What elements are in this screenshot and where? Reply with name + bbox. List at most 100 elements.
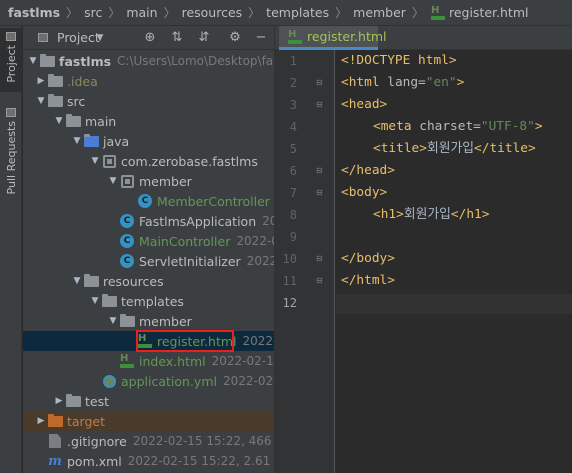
- folder-icon: [47, 413, 63, 429]
- tree-row-idea[interactable]: ▶ .idea: [23, 71, 274, 91]
- breadcrumb-item-fastlms[interactable]: fastlms: [8, 5, 60, 20]
- breadcrumb-item-main[interactable]: main: [126, 5, 157, 20]
- tree-row-test[interactable]: ▶ test: [23, 391, 274, 411]
- pull-requests-tool-label: Pull Requests: [4, 121, 18, 195]
- highlight-box: [136, 330, 234, 352]
- project-icon: [6, 32, 16, 41]
- locate-icon[interactable]: ⊕: [143, 31, 157, 45]
- editor-tab-bar: H register.html: [275, 26, 572, 50]
- chevron-down-icon[interactable]: ▼: [93, 31, 107, 45]
- line-number: 6: [289, 164, 297, 178]
- line-number-gutter: 1 2 3 4 5 6 7 8 9 10 11 12 ⊟ ⊟ ⊟ ⊟ ⊟ ⊟: [275, 50, 335, 473]
- tree-row-application-yml[interactable]: application.yml 2022-02-15: [23, 371, 274, 391]
- collapse-all-icon[interactable]: ⇵: [197, 31, 211, 45]
- chevron-right-icon: 〉: [108, 6, 121, 20]
- gitignore-file-icon: [47, 433, 63, 449]
- breadcrumb-item-resources[interactable]: resources: [182, 5, 243, 20]
- tree-row-fastlms[interactable]: ▼ fastlms C:\Users\Lomo\Desktop\fastlms: [23, 51, 274, 71]
- project-tool-tab[interactable]: Project: [0, 28, 22, 92]
- folder-icon: [47, 73, 63, 89]
- editor-tab-register-html[interactable]: H register.html: [279, 26, 387, 50]
- tree-item-label: .gitignore: [67, 433, 127, 449]
- folder-icon: [39, 53, 55, 69]
- code-line-1: <!DOCTYPE html>: [341, 51, 457, 71]
- html-file-icon: H: [119, 353, 135, 369]
- tree-row-member-package[interactable]: ▼ member: [23, 171, 274, 191]
- fold-close-icon[interactable]: ⊟: [316, 166, 325, 175]
- fold-close-icon[interactable]: ⊟: [316, 276, 325, 285]
- breadcrumb-item-member[interactable]: member: [353, 5, 406, 20]
- line-number: 1: [289, 54, 297, 68]
- chevron-right-icon[interactable]: ▶: [35, 416, 47, 426]
- chevron-right-icon[interactable]: ▶: [35, 76, 47, 86]
- tree-item-label: java: [103, 133, 130, 149]
- breadcrumb-item-register-html[interactable]: register.html: [449, 5, 529, 20]
- line-number: 11: [282, 274, 297, 288]
- folder-icon: [65, 113, 81, 129]
- chevron-down-icon[interactable]: ▼: [107, 316, 119, 326]
- code-line-11: </html>: [341, 271, 395, 291]
- minimize-icon[interactable]: −: [254, 31, 268, 45]
- chevron-right-icon[interactable]: ▶: [53, 396, 65, 406]
- tree-row-src[interactable]: ▼ src: [23, 91, 274, 111]
- tree-row-templates[interactable]: ▼ templates: [23, 291, 274, 311]
- fold-open-icon[interactable]: ⊟: [316, 78, 325, 87]
- tree-row-fastlmsapplication[interactable]: C FastlmsApplication 2022-02: [23, 211, 274, 231]
- breadcrumb-item-templates[interactable]: templates: [266, 5, 329, 20]
- tree-row-membercontroller[interactable]: C MemberController 2022-02: [23, 191, 274, 211]
- code-line-3: <head>: [341, 95, 387, 115]
- line-number: 7: [289, 186, 297, 200]
- line-number: 5: [289, 142, 297, 156]
- pull-requests-tool-tab[interactable]: Pull Requests: [0, 104, 22, 202]
- tree-row-main[interactable]: ▼ main: [23, 111, 274, 131]
- pull-request-icon: [6, 108, 16, 117]
- breadcrumb: fastlms 〉 src 〉 main 〉 resources 〉 templ…: [0, 0, 572, 26]
- tree-row-package[interactable]: ▼ com.zerobase.fastlms: [23, 151, 274, 171]
- html-file-icon: H: [430, 5, 446, 21]
- gear-icon[interactable]: ⚙: [228, 31, 242, 45]
- tree-item-label: index.html: [139, 353, 206, 369]
- tree-item-label: test: [85, 393, 110, 409]
- chevron-down-icon[interactable]: ▼: [89, 156, 101, 166]
- folder-icon: [47, 93, 63, 109]
- tree-item-label: main: [85, 113, 117, 129]
- fold-close-icon[interactable]: ⊟: [316, 254, 325, 263]
- tree-row-member-folder[interactable]: ▼ member: [23, 311, 274, 331]
- tree-row-gitignore[interactable]: .gitignore 2022-02-15 15:22, 466 B Tod: [23, 431, 274, 451]
- chevron-down-icon[interactable]: ▼: [27, 56, 39, 66]
- tree-row-index-html[interactable]: H index.html 2022-02-15 1: [23, 351, 274, 371]
- chevron-down-icon[interactable]: ▼: [89, 296, 101, 306]
- tree-item-label: MainController: [139, 233, 231, 249]
- tree-item-meta: 2022-02: [262, 214, 274, 228]
- chevron-down-icon[interactable]: ▼: [107, 176, 119, 186]
- code-token: <body>: [341, 185, 388, 200]
- tree-row-target[interactable]: ▶ target: [23, 411, 274, 431]
- package-icon: [119, 173, 135, 189]
- chevron-down-icon[interactable]: ▼: [53, 116, 65, 126]
- tree-row-maincontroller[interactable]: C MainController 2022-02-15: [23, 231, 274, 251]
- tree-item-label: pom.xml: [67, 453, 122, 469]
- tree-row-resources[interactable]: ▼ resources: [23, 271, 274, 291]
- code-token: </h1>: [450, 207, 490, 222]
- chevron-down-icon[interactable]: ▼: [71, 276, 83, 286]
- code-token: <html: [341, 75, 380, 90]
- tree-row-servletinitializer[interactable]: C ServletInitializer 2022-02: [23, 251, 274, 271]
- line-number: 3: [289, 98, 297, 112]
- breadcrumb-item-src[interactable]: src: [84, 5, 102, 20]
- expand-all-icon[interactable]: ⇅: [170, 31, 184, 45]
- tree-row-pom-xml[interactable]: m pom.xml 2022-02-15 15:22, 2.61 kB: [23, 451, 274, 471]
- code-token: </title>: [474, 141, 536, 156]
- code-token: </body>: [341, 251, 395, 266]
- tree-item-meta: 2022-02-15 1: [211, 354, 274, 368]
- code-line-7: <body>: [341, 183, 387, 203]
- tree-item-meta: 2022-02-15: [236, 234, 274, 248]
- tree-row-java[interactable]: ▼ java: [23, 131, 274, 151]
- folder-icon: [119, 313, 135, 329]
- editor-tab-label: register.html: [307, 29, 387, 44]
- chevron-down-icon[interactable]: ▼: [35, 96, 47, 106]
- code-line-10: </body>: [341, 249, 395, 269]
- class-icon: C: [119, 213, 135, 229]
- chevron-down-icon[interactable]: ▼: [71, 136, 83, 146]
- fold-open-icon[interactable]: ⊟: [316, 100, 325, 109]
- fold-open-icon[interactable]: ⊟: [316, 188, 325, 197]
